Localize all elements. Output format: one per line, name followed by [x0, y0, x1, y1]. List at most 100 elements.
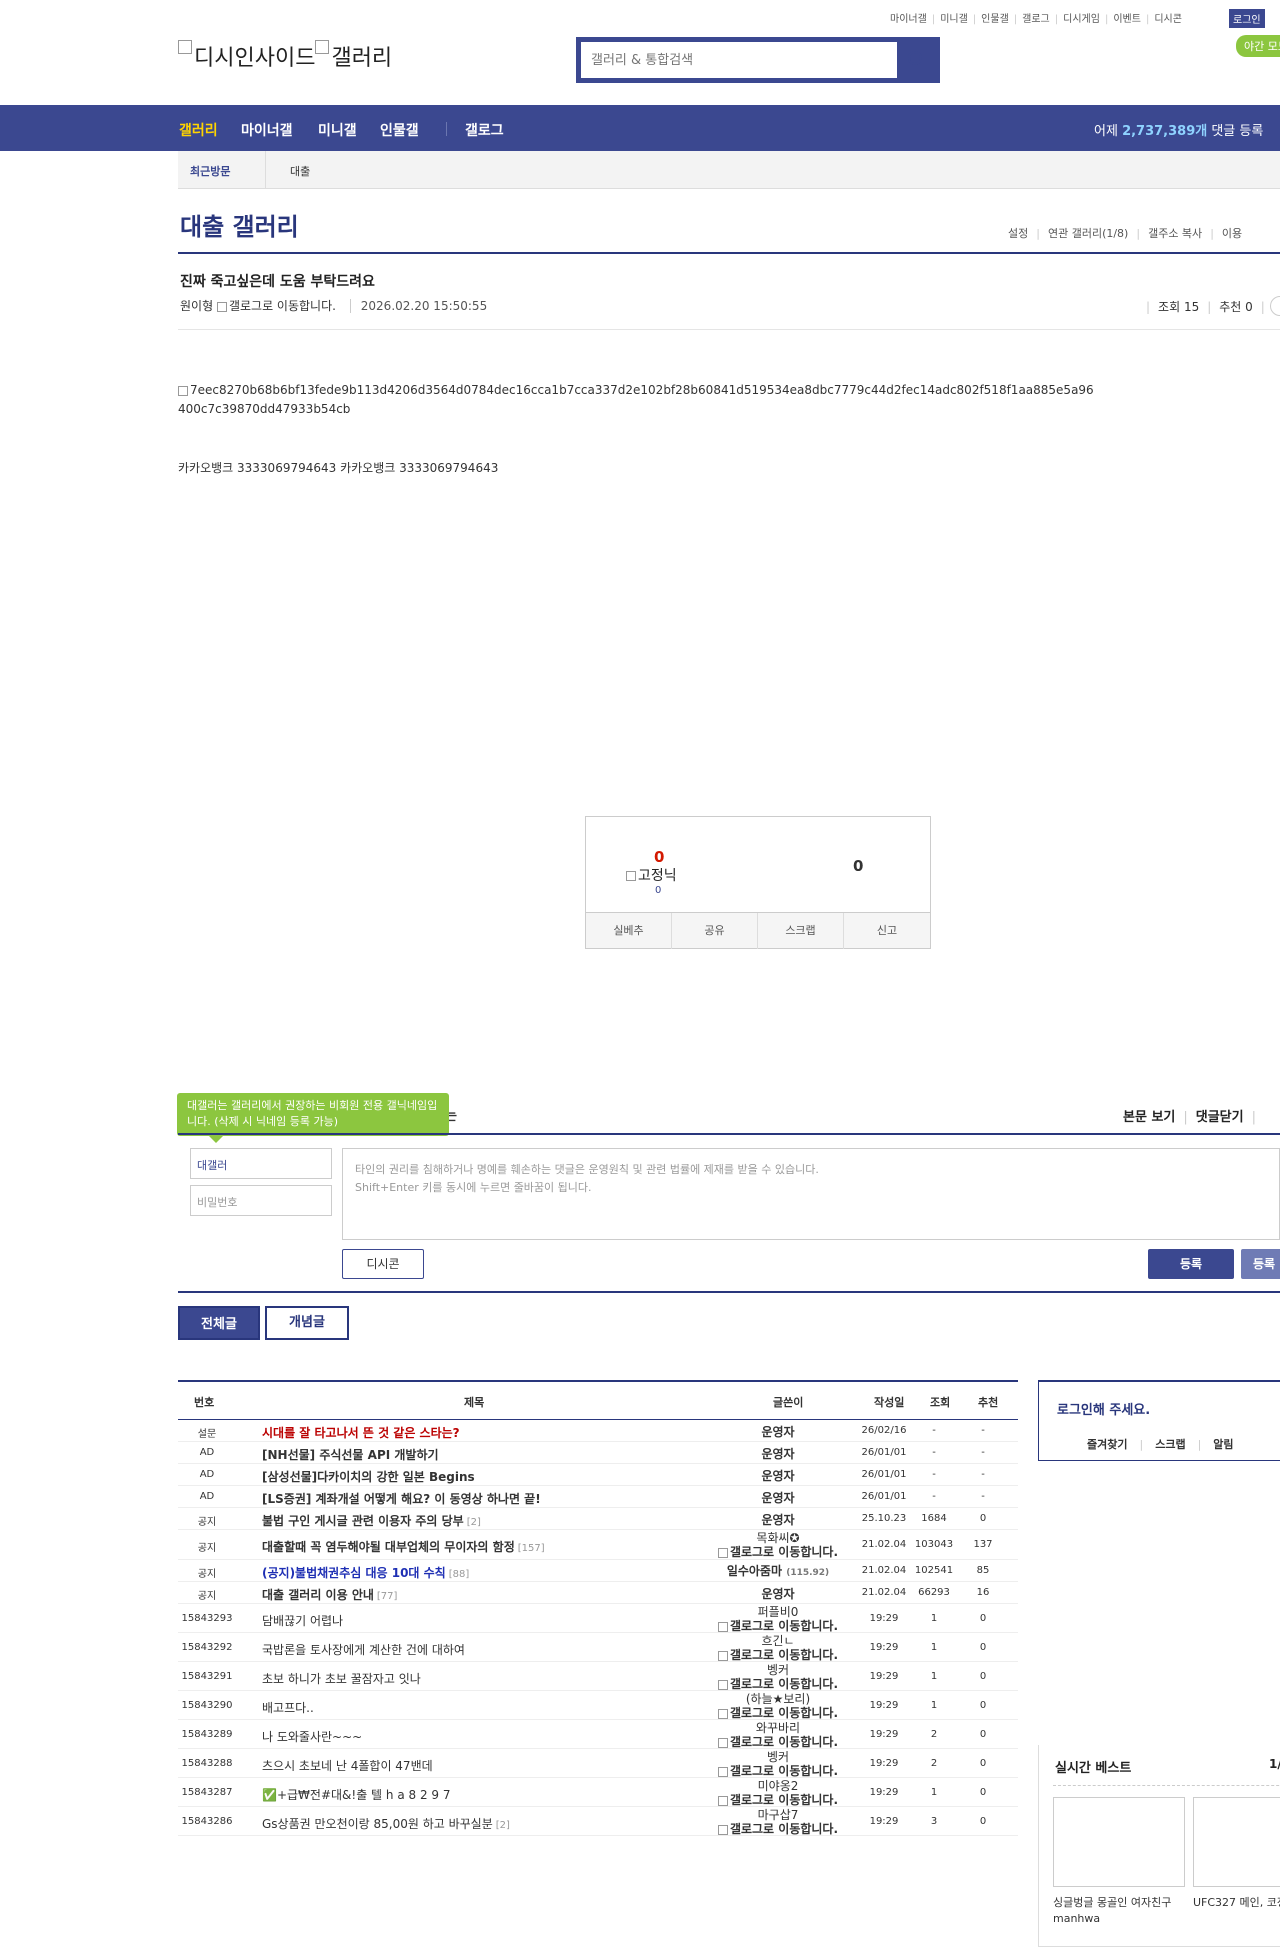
alarm-link[interactable]: 알림: [1213, 1438, 1233, 1451]
post-writer[interactable]: 미야옹2 갤로그로 이동합니다.: [708, 1779, 848, 1807]
galog-link-alt[interactable]: 갤로그로 이동합니다.: [229, 299, 336, 313]
tab-all-posts[interactable]: 전체글: [178, 1306, 260, 1340]
comment-textarea[interactable]: 타인의 권리를 침해하거나 명예를 훼손하는 댓글은 운영원칙 및 관련 법률에…: [342, 1148, 1280, 1240]
post-writer[interactable]: 운영자: [708, 1447, 848, 1461]
galog-link[interactable]: 갤로그로 이동합니다.: [708, 1735, 848, 1749]
favorites-link[interactable]: 즐겨찾기: [1087, 1438, 1127, 1451]
top-link[interactable]: 디시콘: [1154, 14, 1182, 25]
post-title-link[interactable]: 대출할때 꼭 염두해야될 대부업체의 무이자의 함정 [157]: [262, 1538, 545, 1555]
table-row[interactable]: AD [NH선물] 주식선물 API 개발하기 운영자 26/01/01 - -: [178, 1442, 1018, 1464]
top-link[interactable]: 인물갤: [981, 14, 1009, 25]
nav-item-person-gallery[interactable]: 인물갤: [380, 120, 419, 140]
upvote-count[interactable]: 0: [654, 848, 664, 866]
close-comments-link[interactable]: 댓글닫기: [1196, 1110, 1244, 1125]
comment-count[interactable]: [157]: [518, 1543, 545, 1554]
table-row[interactable]: 15843290 배고프다.. (하늘★보리) 갤로그로 이동합니다. 19:29 1 0: [178, 1691, 1018, 1720]
galog-link[interactable]: 갤로그로 이동합니다.: [708, 1793, 848, 1807]
table-row[interactable]: 15843289 나 도와줄사란~~~ 와꾸바리 갤로그로 이동합니다. 19:29 2 0: [178, 1720, 1018, 1749]
table-row[interactable]: 공지 대출 갤러리 이용 안내 [77] 운영자 21.02.04 66293 16: [178, 1582, 1018, 1604]
post-title-link[interactable]: 초보 하니가 초보 꿀잠자고 잇나: [262, 1670, 421, 1687]
recent-gallery-link[interactable]: 대출: [290, 163, 310, 179]
table-row[interactable]: 공지 대출할때 꼭 염두해야될 대부업체의 무이자의 함정 [157] 목화씨✪ 갤로그…: [178, 1530, 1018, 1560]
writer-name[interactable]: (하늘★보리): [708, 1692, 848, 1706]
table-row[interactable]: 15843287 ✅+급₩전#대&!출 텔 h a 8 2 9 7 미야옹2 갤로그로…: [178, 1778, 1018, 1807]
post-writer[interactable]: 운영자: [708, 1491, 848, 1505]
register-recommend-button[interactable]: 등록: [1241, 1249, 1280, 1279]
post-writer[interactable]: 와꾸바리 갤로그로 이동합니다.: [708, 1721, 848, 1749]
table-row[interactable]: 15843291 초보 하니가 초보 꿀잠자고 잇나 벵커 갤로그로 이동합니다. 19…: [178, 1662, 1018, 1691]
galog-link[interactable]: 갤로그로 이동합니다.: [708, 1764, 848, 1778]
galog-link[interactable]: 갤로그로 이동합니다.: [708, 1822, 848, 1836]
writer-name[interactable]: 마구삽7: [708, 1808, 848, 1822]
post-title-link[interactable]: 불법 구인 게시글 관련 이용자 주의 당부 [2]: [262, 1512, 481, 1529]
galog-link[interactable]: 갤로그로 이동합니다.: [708, 1619, 848, 1633]
copy-gallery-address-link[interactable]: 갤주소 복사: [1148, 227, 1202, 240]
post-writer[interactable]: 운영자: [708, 1469, 848, 1483]
tab-concept-posts[interactable]: 개념글: [265, 1306, 349, 1340]
share-button[interactable]: 공유: [672, 913, 758, 949]
password-field[interactable]: 비밀번호: [190, 1185, 332, 1216]
comment-count[interactable]: [88]: [449, 1569, 470, 1580]
search-input[interactable]: [581, 42, 899, 78]
post-writer[interactable]: 벵커 갤로그로 이동합니다.: [708, 1750, 848, 1778]
post-writer[interactable]: 운영자: [708, 1513, 848, 1527]
top-link[interactable]: 미니갤: [940, 14, 968, 25]
site-logo[interactable]: 디시인사이드 갤러리: [178, 40, 392, 72]
nav-item-mini-gallery[interactable]: 미니갤: [318, 120, 357, 140]
table-row[interactable]: 15843288 츠으시 초보네 난 4폴합이 47밴데 벵커 갤로그로 이동합니다.…: [178, 1749, 1018, 1778]
table-row[interactable]: 공지 불법 구인 게시글 관련 이용자 주의 당부 [2] 운영자 25.10.23 16…: [178, 1508, 1018, 1530]
top-link[interactable]: 이벤트: [1113, 14, 1141, 25]
post-writer[interactable]: 흐긴ㄴ 갤로그로 이동합니다.: [708, 1634, 848, 1662]
scrap-button[interactable]: 스크랩: [758, 913, 844, 949]
gallery-settings-link[interactable]: 설정: [1008, 227, 1028, 240]
post-title-link[interactable]: 담배끊기 어렵나: [262, 1612, 343, 1629]
post-title-link[interactable]: 국밥론을 토사장에게 계산한 건에 대하여: [262, 1641, 465, 1658]
table-row[interactable]: 설문 시대를 잘 타고나서 뜬 것 같은 스타는? 운영자 26/02/16 - -: [178, 1420, 1018, 1442]
downvote-count[interactable]: 0: [853, 857, 863, 875]
best-thumbnail[interactable]: [1053, 1797, 1185, 1887]
post-writer[interactable]: 운영자: [708, 1425, 848, 1439]
nickname-field[interactable]: 대갤러: [190, 1148, 332, 1179]
best-caption[interactable]: UFC327 메인, 코정: [1193, 1895, 1280, 1911]
post-title-link[interactable]: (공지)불법채권추심 대응 10대 수칙 [88]: [262, 1564, 469, 1581]
login-prompt[interactable]: 로그인해 주세요.: [1057, 1399, 1150, 1418]
scrap-link[interactable]: 스크랩: [1155, 1438, 1185, 1451]
writer-name[interactable]: 미야옹2: [708, 1779, 848, 1793]
post-title-link[interactable]: 시대를 잘 타고나서 뜬 것 같은 스타는?: [262, 1424, 460, 1441]
report-button[interactable]: 신고: [844, 913, 930, 949]
top-link[interactable]: 마이너갤: [890, 14, 927, 25]
post-writer[interactable]: 퍼플비0 갤로그로 이동합니다.: [708, 1605, 848, 1633]
post-writer[interactable]: 벵커 갤로그로 이동합니다.: [708, 1663, 848, 1691]
dccon-button[interactable]: 디시콘: [342, 1249, 424, 1279]
gallery-title[interactable]: 대출 갤러리: [180, 207, 299, 242]
writer-name[interactable]: 일수아줌마: [727, 1564, 782, 1578]
top-link[interactable]: 디시게임: [1063, 14, 1100, 25]
view-body-link[interactable]: 본문 보기: [1123, 1110, 1175, 1125]
real-best-button[interactable]: 실베추: [586, 913, 672, 949]
writer-name[interactable]: 와꾸바리: [708, 1721, 848, 1735]
nav-item-galog[interactable]: 갤로그: [465, 120, 504, 140]
post-writer[interactable]: 운영자: [708, 1587, 848, 1601]
post-title-link[interactable]: 배고프다..: [262, 1699, 314, 1716]
post-title-link[interactable]: Gs상품권 만오천이랑 85,00원 하고 바꾸실분 [2]: [262, 1815, 510, 1832]
table-row[interactable]: 공지 (공지)불법채권추심 대응 10대 수칙 [88] 일수아줌마 (115.92)…: [178, 1560, 1018, 1582]
table-row[interactable]: 15843292 국밥론을 토사장에게 계산한 건에 대하여 흐긴ㄴ 갤로그로 이동합…: [178, 1633, 1018, 1662]
post-writer[interactable]: 일수아줌마 (115.92): [708, 1564, 848, 1580]
post-title-link[interactable]: ✅+급₩전#대&!출 텔 h a 8 2 9 7: [262, 1786, 450, 1803]
writer-name[interactable]: 목화씨✪: [708, 1531, 848, 1545]
post-author[interactable]: 원이형: [180, 299, 213, 313]
comment-count[interactable]: [2]: [467, 1517, 481, 1528]
galog-link[interactable]: 갤로그로 이동합니다.: [708, 1677, 848, 1691]
comment-count[interactable]: [2]: [496, 1820, 510, 1831]
table-row[interactable]: AD [LS증권] 계좌개설 어떻게 해요? 이 동영상 하나면 끝! 운영자 26/…: [178, 1486, 1018, 1508]
best-caption[interactable]: 싱글벙글 몽골인 여자친구 manhwa: [1053, 1895, 1185, 1927]
post-title-link[interactable]: [LS증권] 계좌개설 어떻게 해요? 이 동영상 하나면 끝!: [262, 1490, 541, 1507]
writer-name[interactable]: 벵커: [708, 1663, 848, 1677]
top-link[interactable]: 갤로그: [1022, 14, 1050, 25]
post-writer[interactable]: 마구삽7 갤로그로 이동합니다.: [708, 1808, 848, 1836]
galog-link[interactable]: 갤로그로 이동합니다.: [708, 1706, 848, 1720]
register-button[interactable]: 등록: [1148, 1249, 1234, 1279]
post-writer[interactable]: (하늘★보리) 갤로그로 이동합니다.: [708, 1692, 848, 1720]
recent-visit-label[interactable]: 최근방문: [190, 163, 230, 179]
post-title-link[interactable]: [삼성선물]다카이치의 강한 일본 Begins: [262, 1468, 475, 1485]
